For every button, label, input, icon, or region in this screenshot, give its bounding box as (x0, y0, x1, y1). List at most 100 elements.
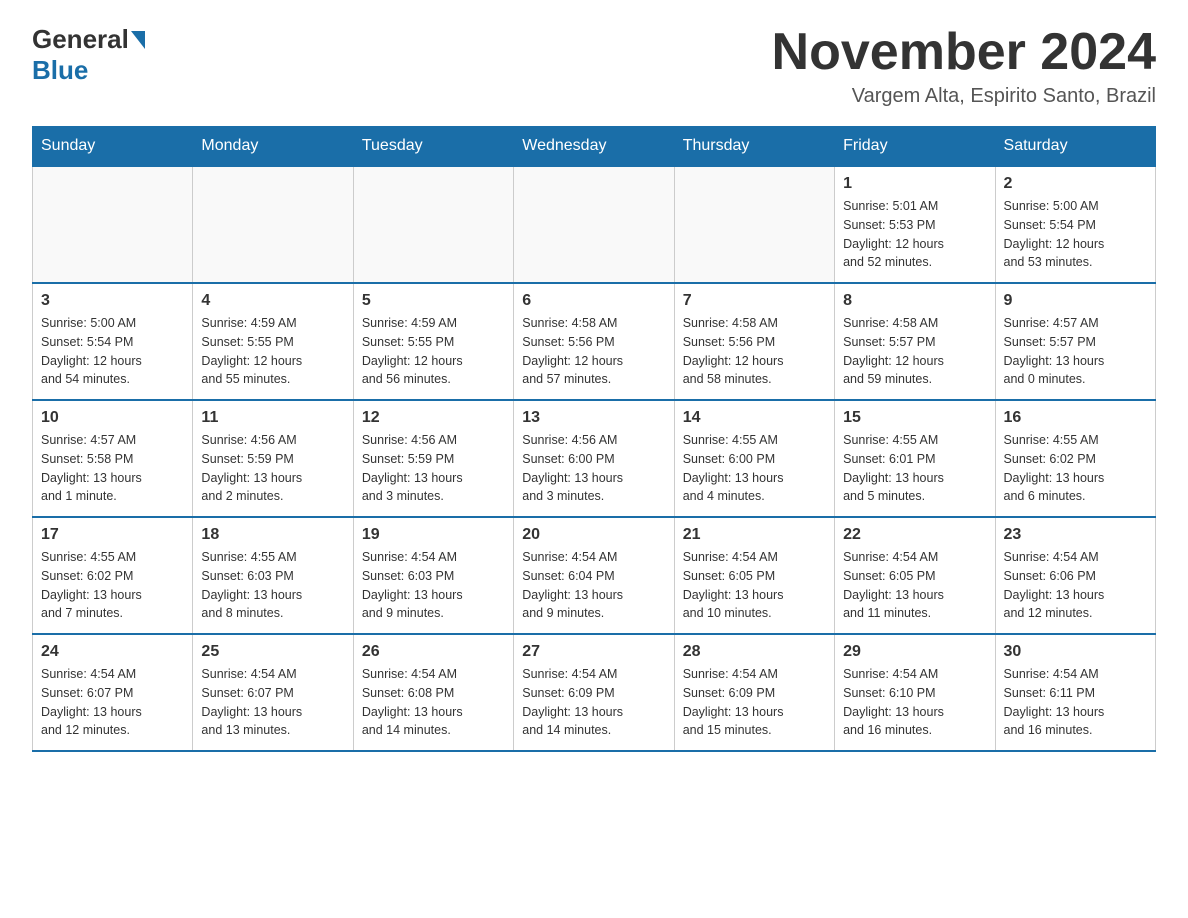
day-number: 21 (683, 526, 826, 544)
calendar-cell: 20 Sunrise: 4:54 AMSunset: 6:04 PMDayligh… (514, 517, 674, 634)
day-number: 2 (1004, 175, 1147, 193)
day-info: Sunrise: 4:54 AMSunset: 6:04 PMDaylight:… (522, 548, 665, 623)
day-info: Sunrise: 4:54 AMSunset: 6:07 PMDaylight:… (41, 665, 184, 740)
day-info: Sunrise: 5:00 AMSunset: 5:54 PMDaylight:… (1004, 197, 1147, 272)
weekday-header-friday: Friday (835, 127, 995, 167)
day-number: 7 (683, 292, 826, 310)
calendar-cell: 5Sunrise: 4:59 AMSunset: 5:55 PMDaylight… (353, 283, 513, 400)
calendar-cell (33, 166, 193, 283)
day-number: 8 (843, 292, 986, 310)
logo-arrow-icon (131, 31, 145, 49)
calendar-cell: 17 Sunrise: 4:55 AMSunset: 6:02 PMDayligh… (33, 517, 193, 634)
day-info: Sunrise: 4:55 AMSunset: 6:00 PMDaylight:… (683, 431, 826, 506)
day-info: Sunrise: 5:00 AMSunset: 5:54 PMDaylight:… (41, 314, 184, 389)
day-number: 25 (201, 643, 344, 661)
day-info: Sunrise: 5:01 AMSunset: 5:53 PMDaylight:… (843, 197, 986, 272)
weekday-header-wednesday: Wednesday (514, 127, 674, 167)
day-number: 30 (1004, 643, 1147, 661)
calendar-cell (674, 166, 834, 283)
day-number: 19 (362, 526, 505, 544)
calendar-cell: 1Sunrise: 5:01 AMSunset: 5:53 PMDaylight… (835, 166, 995, 283)
calendar-cell: 15 Sunrise: 4:55 AMSunset: 6:01 PMDayligh… (835, 400, 995, 517)
day-info: Sunrise: 4:58 AMSunset: 5:56 PMDaylight:… (522, 314, 665, 389)
calendar-cell: 30 Sunrise: 4:54 AMSunset: 6:11 PMDayligh… (995, 634, 1155, 751)
calendar-cell: 24 Sunrise: 4:54 AMSunset: 6:07 PMDayligh… (33, 634, 193, 751)
day-number: 24 (41, 643, 184, 661)
day-number: 3 (41, 292, 184, 310)
day-number: 9 (1004, 292, 1147, 310)
weekday-header-sunday: Sunday (33, 127, 193, 167)
day-info: Sunrise: 4:55 AMSunset: 6:02 PMDaylight:… (1004, 431, 1147, 506)
day-number: 20 (522, 526, 665, 544)
day-info: Sunrise: 4:57 AMSunset: 5:58 PMDaylight:… (41, 431, 184, 506)
day-info: Sunrise: 4:58 AMSunset: 5:57 PMDaylight:… (843, 314, 986, 389)
day-info: Sunrise: 4:54 AMSunset: 6:11 PMDaylight:… (1004, 665, 1147, 740)
week-row-2: 3 Sunrise: 5:00 AMSunset: 5:54 PMDaylight… (33, 283, 1156, 400)
calendar-cell: 9 Sunrise: 4:57 AMSunset: 5:57 PMDaylight… (995, 283, 1155, 400)
day-info: Sunrise: 4:57 AMSunset: 5:57 PMDaylight:… (1004, 314, 1147, 389)
day-info: Sunrise: 4:54 AMSunset: 6:06 PMDaylight:… (1004, 548, 1147, 623)
calendar-cell: 26 Sunrise: 4:54 AMSunset: 6:08 PMDayligh… (353, 634, 513, 751)
day-info: Sunrise: 4:54 AMSunset: 6:05 PMDaylight:… (683, 548, 826, 623)
day-number: 12 (362, 409, 505, 427)
day-info: Sunrise: 4:54 AMSunset: 6:07 PMDaylight:… (201, 665, 344, 740)
calendar-cell: 16Sunrise: 4:55 AMSunset: 6:02 PMDayligh… (995, 400, 1155, 517)
day-info: Sunrise: 4:55 AMSunset: 6:03 PMDaylight:… (201, 548, 344, 623)
day-info: Sunrise: 4:59 AMSunset: 5:55 PMDaylight:… (201, 314, 344, 389)
calendar-cell: 18 Sunrise: 4:55 AMSunset: 6:03 PMDayligh… (193, 517, 353, 634)
day-number: 23 (1004, 526, 1147, 544)
day-number: 15 (843, 409, 986, 427)
calendar-cell: 27 Sunrise: 4:54 AMSunset: 6:09 PMDayligh… (514, 634, 674, 751)
title-block: November 2024 Vargem Alta, Espirito Sant… (772, 24, 1156, 108)
day-info: Sunrise: 4:55 AMSunset: 6:02 PMDaylight:… (41, 548, 184, 623)
day-number: 18 (201, 526, 344, 544)
day-number: 17 (41, 526, 184, 544)
day-info: Sunrise: 4:56 AMSunset: 5:59 PMDaylight:… (201, 431, 344, 506)
month-year-title: November 2024 (772, 24, 1156, 81)
logo-blue-text: Blue (32, 55, 88, 85)
day-number: 22 (843, 526, 986, 544)
logo: General Blue (32, 24, 147, 86)
day-number: 11 (201, 409, 344, 427)
calendar-table: SundayMondayTuesdayWednesdayThursdayFrid… (32, 126, 1156, 752)
page-header: General Blue November 2024 Vargem Alta, … (32, 24, 1156, 108)
weekday-header-row: SundayMondayTuesdayWednesdayThursdayFrid… (33, 127, 1156, 167)
day-number: 26 (362, 643, 505, 661)
calendar-cell: 29Sunrise: 4:54 AMSunset: 6:10 PMDayligh… (835, 634, 995, 751)
day-info: Sunrise: 4:58 AMSunset: 5:56 PMDaylight:… (683, 314, 826, 389)
calendar-cell (193, 166, 353, 283)
calendar-cell: 4Sunrise: 4:59 AMSunset: 5:55 PMDaylight… (193, 283, 353, 400)
weekday-header-tuesday: Tuesday (353, 127, 513, 167)
week-row-4: 17 Sunrise: 4:55 AMSunset: 6:02 PMDayligh… (33, 517, 1156, 634)
day-number: 14 (683, 409, 826, 427)
calendar-cell: 10 Sunrise: 4:57 AMSunset: 5:58 PMDayligh… (33, 400, 193, 517)
day-info: Sunrise: 4:54 AMSunset: 6:08 PMDaylight:… (362, 665, 505, 740)
day-number: 6 (522, 292, 665, 310)
day-info: Sunrise: 4:55 AMSunset: 6:01 PMDaylight:… (843, 431, 986, 506)
day-info: Sunrise: 4:54 AMSunset: 6:05 PMDaylight:… (843, 548, 986, 623)
calendar-cell: 23 Sunrise: 4:54 AMSunset: 6:06 PMDayligh… (995, 517, 1155, 634)
day-number: 10 (41, 409, 184, 427)
day-info: Sunrise: 4:56 AMSunset: 5:59 PMDaylight:… (362, 431, 505, 506)
day-info: Sunrise: 4:54 AMSunset: 6:09 PMDaylight:… (683, 665, 826, 740)
calendar-cell: 8 Sunrise: 4:58 AMSunset: 5:57 PMDaylight… (835, 283, 995, 400)
location-subtitle: Vargem Alta, Espirito Santo, Brazil (772, 85, 1156, 108)
calendar-cell: 6 Sunrise: 4:58 AMSunset: 5:56 PMDaylight… (514, 283, 674, 400)
week-row-1: 1Sunrise: 5:01 AMSunset: 5:53 PMDaylight… (33, 166, 1156, 283)
calendar-cell: 21 Sunrise: 4:54 AMSunset: 6:05 PMDayligh… (674, 517, 834, 634)
calendar-cell: 2 Sunrise: 5:00 AMSunset: 5:54 PMDaylight… (995, 166, 1155, 283)
weekday-header-saturday: Saturday (995, 127, 1155, 167)
day-info: Sunrise: 4:54 AMSunset: 6:03 PMDaylight:… (362, 548, 505, 623)
calendar-cell (353, 166, 513, 283)
day-number: 29 (843, 643, 986, 661)
day-number: 13 (522, 409, 665, 427)
calendar-cell: 3 Sunrise: 5:00 AMSunset: 5:54 PMDaylight… (33, 283, 193, 400)
logo-general-text: General (32, 24, 129, 55)
weekday-header-monday: Monday (193, 127, 353, 167)
calendar-cell: 22 Sunrise: 4:54 AMSunset: 6:05 PMDayligh… (835, 517, 995, 634)
day-info: Sunrise: 4:54 AMSunset: 6:09 PMDaylight:… (522, 665, 665, 740)
day-number: 27 (522, 643, 665, 661)
day-info: Sunrise: 4:56 AMSunset: 6:00 PMDaylight:… (522, 431, 665, 506)
calendar-cell: 11 Sunrise: 4:56 AMSunset: 5:59 PMDayligh… (193, 400, 353, 517)
calendar-cell: 7 Sunrise: 4:58 AMSunset: 5:56 PMDaylight… (674, 283, 834, 400)
